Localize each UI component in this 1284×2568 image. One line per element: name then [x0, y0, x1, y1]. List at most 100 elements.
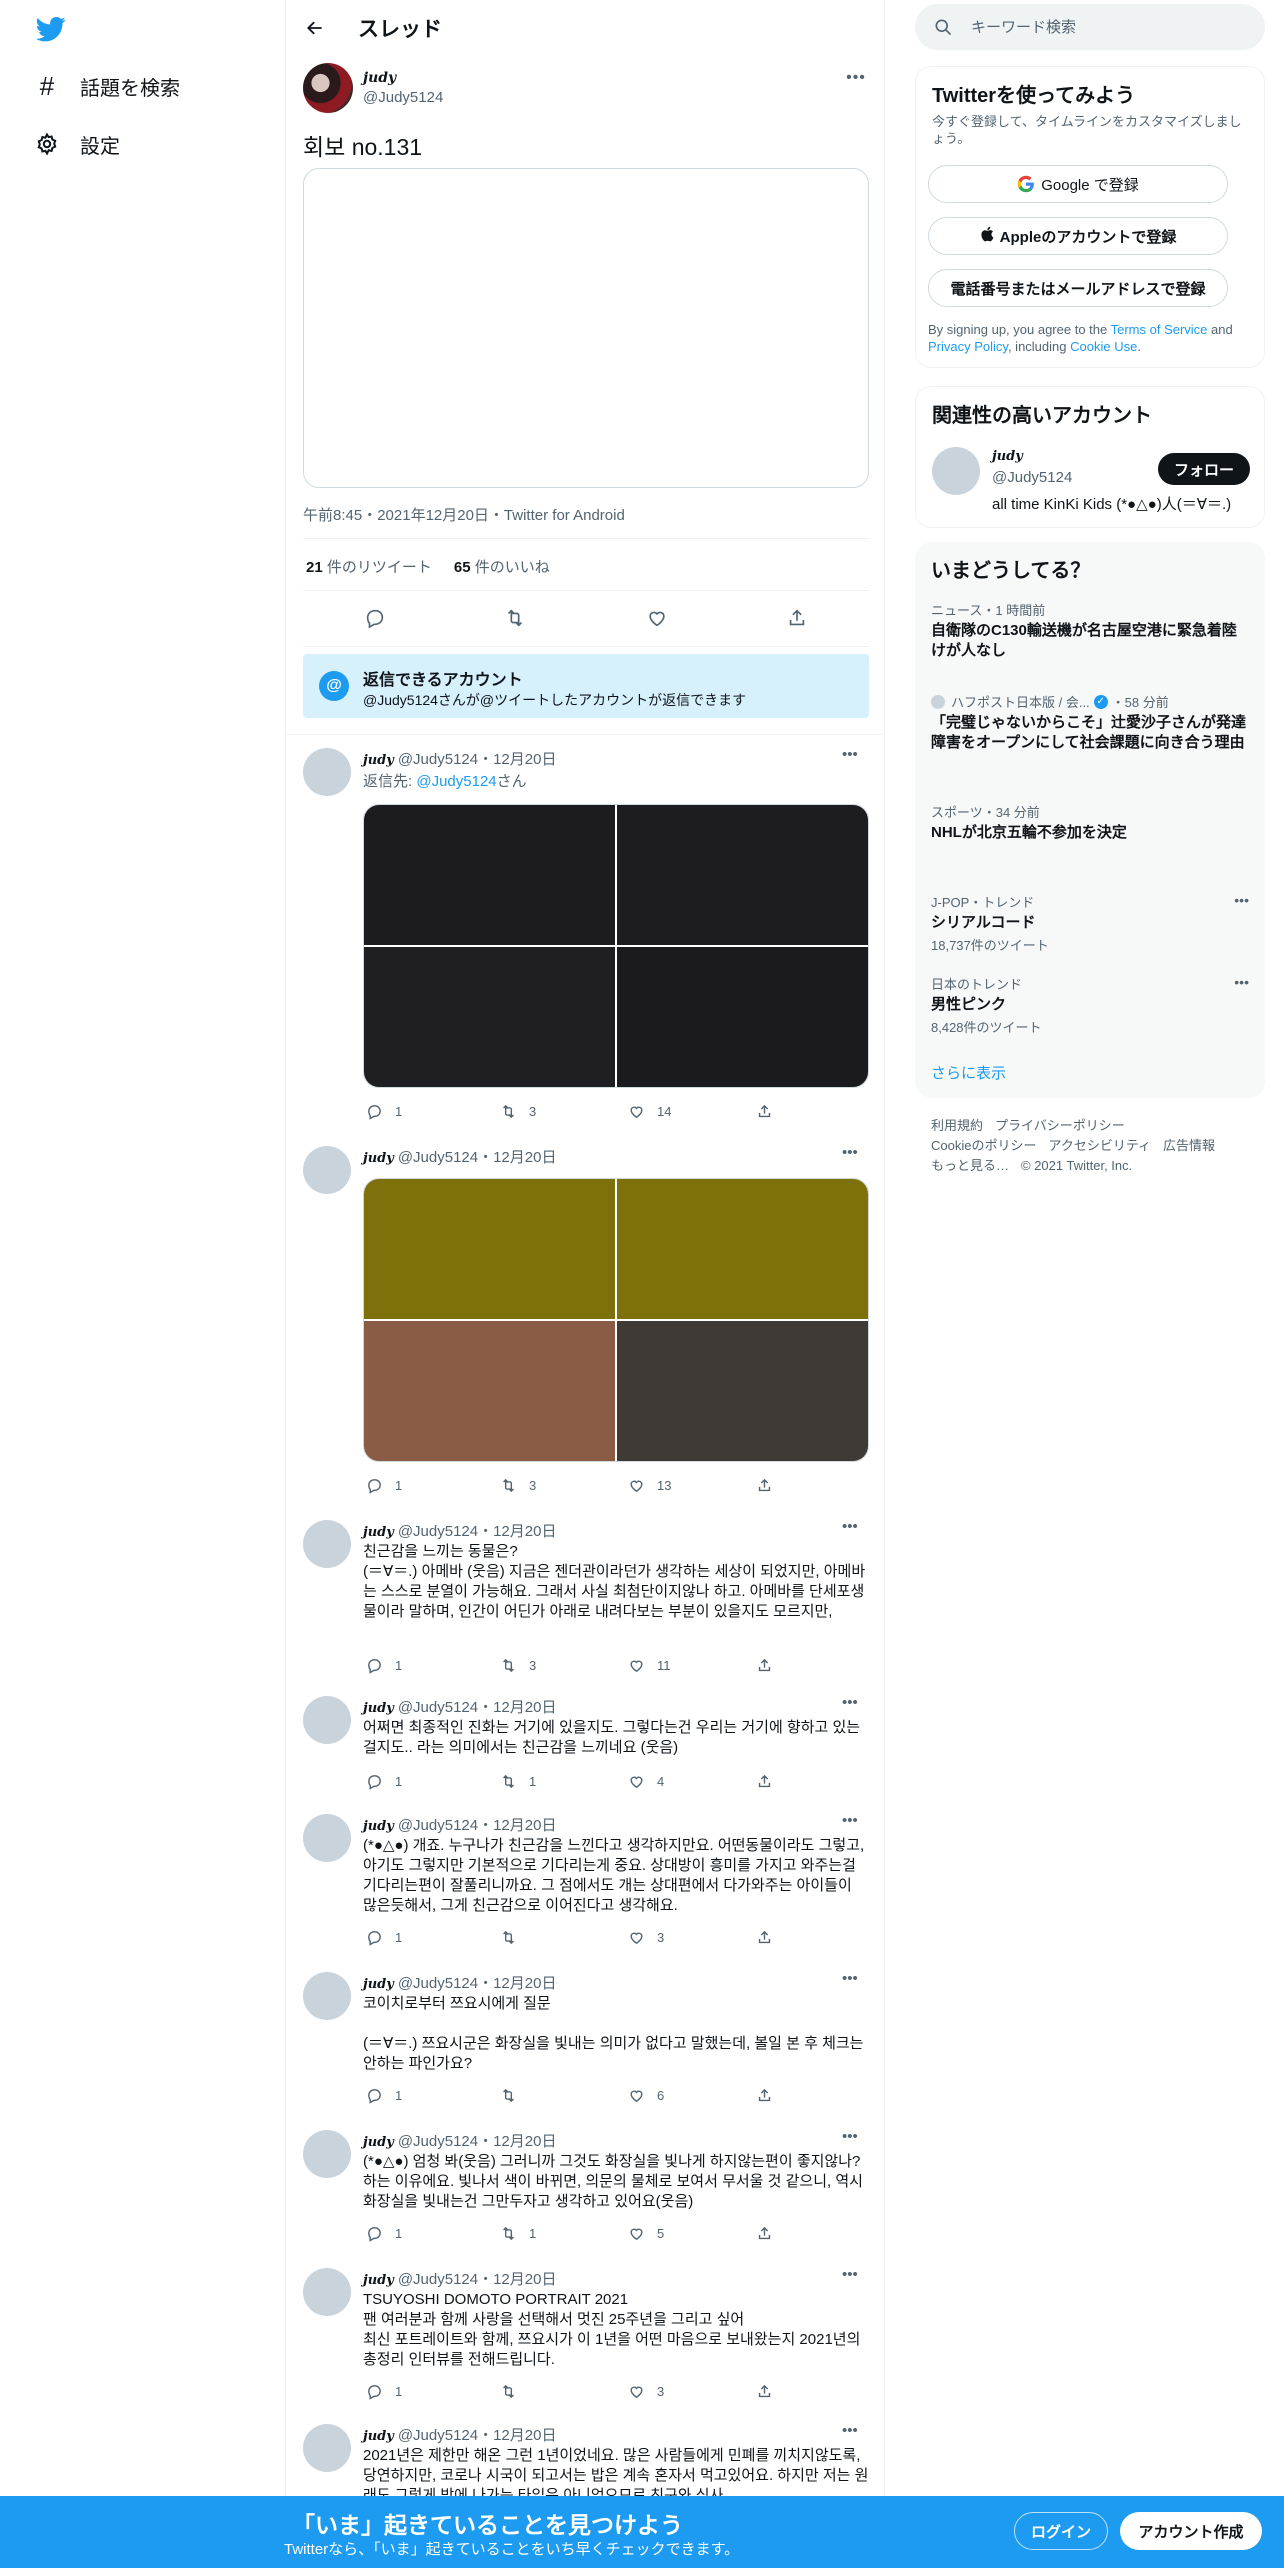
photo[interactable] — [364, 805, 615, 945]
avatar[interactable] — [303, 748, 351, 796]
reply-date[interactable]: ・12月20日 — [478, 1520, 556, 1541]
footer-link[interactable]: 広告情報 — [1163, 1136, 1215, 1156]
reply-button[interactable]: 1 — [363, 1100, 402, 1122]
more-options-icon[interactable]: ••• — [842, 2424, 858, 2439]
more-options-icon[interactable]: ••• — [842, 2128, 858, 2145]
trend-item[interactable]: ニュース・1 時間前 自衛隊のC130輸送機が名古屋空港に緊急着陸 けが人なし — [931, 600, 1249, 661]
reply-author-handle[interactable]: @Judy5124 — [398, 1699, 478, 1716]
reply-tweet[interactable]: 𝒋𝒖𝒅𝒚 @Judy5124 ・12月20日 ••• 어쩌면 최종적인 진화는 … — [286, 1694, 884, 1796]
reply-author-handle[interactable]: @Judy5124 — [398, 1975, 478, 1992]
like-button[interactable]: 6 — [625, 2084, 664, 2106]
like-button[interactable]: 3 — [625, 1926, 664, 1948]
like-button[interactable]: 3 — [625, 2380, 664, 2402]
more-options-icon[interactable]: ••• — [842, 1144, 858, 1161]
phone-email-signup-button[interactable]: 電話番号またはメールアドレスで登録 — [928, 269, 1228, 307]
twitter-logo-icon[interactable] — [34, 14, 68, 44]
share-button[interactable] — [753, 1100, 785, 1122]
retweets-stat[interactable]: 21 件のリツイート — [306, 556, 432, 577]
reply-author-name[interactable]: 𝒋𝒖𝒅𝒚 — [363, 1151, 394, 1166]
footer-link[interactable]: アクセシビリティ — [1048, 1136, 1151, 1156]
photo[interactable] — [364, 947, 615, 1087]
back-arrow-icon[interactable] — [298, 11, 332, 45]
reply-date[interactable]: ・12月20日 — [478, 1696, 556, 1717]
share-button[interactable] — [753, 1654, 785, 1676]
avatar[interactable] — [303, 2268, 351, 2316]
author-avatar[interactable] — [303, 63, 353, 113]
more-options-icon[interactable]: ••• — [1234, 974, 1249, 990]
create-account-button[interactable]: アカウント作成 — [1120, 2512, 1262, 2550]
reply-date[interactable]: ・12月20日 — [478, 2268, 556, 2289]
login-button[interactable]: ログイン — [1014, 2512, 1108, 2550]
retweet-button[interactable]: 3 — [497, 1654, 536, 1676]
avatar[interactable] — [303, 1696, 351, 1744]
google-signup-button[interactable]: Google で登録 — [928, 165, 1228, 203]
more-options-icon[interactable]: ••• — [1234, 892, 1249, 908]
reply-date[interactable]: ・12月20日 — [478, 1972, 556, 1993]
share-icon[interactable] — [779, 600, 815, 636]
reply-author-name[interactable]: 𝒋𝒖𝒅𝒚 — [363, 753, 394, 768]
like-button[interactable]: 13 — [625, 1474, 671, 1496]
retweet-icon[interactable] — [497, 600, 533, 636]
more-options-icon[interactable]: ••• — [842, 1970, 858, 1987]
footer-link[interactable]: もっと見る… — [931, 1156, 1009, 1176]
reply-author-name[interactable]: 𝒋𝒖𝒅𝒚 — [363, 2273, 394, 2288]
likes-stat[interactable]: 65 件のいいね — [454, 556, 550, 577]
reply-button[interactable]: 1 — [363, 1926, 402, 1948]
terms-of-service-link[interactable]: Terms of Service — [1111, 322, 1208, 337]
share-button[interactable] — [753, 2222, 785, 2244]
reply-button[interactable]: 1 — [363, 2222, 402, 2244]
reply-tweet[interactable]: 𝒋𝒖𝒅𝒚 @Judy5124 ・12月20日 ••• 1 3 13 — [286, 1144, 884, 1502]
retweet-button[interactable]: 1 — [497, 2222, 536, 2244]
reply-button[interactable]: 1 — [363, 1474, 402, 1496]
avatar[interactable] — [303, 1146, 351, 1194]
reply-author-handle[interactable]: @Judy5124 — [398, 1523, 478, 1540]
cookie-use-link[interactable]: Cookie Use — [1070, 339, 1137, 354]
share-button[interactable] — [753, 1474, 785, 1496]
more-options-icon[interactable]: ••• — [842, 1812, 858, 1829]
reply-author-handle[interactable]: @Judy5124 — [398, 2271, 478, 2288]
avatar[interactable] — [303, 1972, 351, 2020]
reply-tweet[interactable]: 𝒋𝒖𝒅𝒚 @Judy5124 ・12月20日 ••• 返信先: @Judy512… — [286, 746, 884, 1128]
reply-author-handle[interactable]: @Judy5124 — [398, 2427, 478, 2444]
author-handle[interactable]: @Judy5124 — [363, 89, 443, 106]
reply-author-handle[interactable]: @Judy5124 — [398, 2133, 478, 2150]
more-options-icon[interactable]: ••• — [842, 1518, 858, 1535]
reply-tweet[interactable]: 𝒋𝒖𝒅𝒚 @Judy5124 ・12月20日 ••• TSUYOSHI DOMO… — [286, 2266, 884, 2400]
avatar[interactable] — [303, 1520, 351, 1568]
reply-date[interactable]: ・12月20日 — [478, 1814, 556, 1835]
photo[interactable] — [617, 805, 868, 945]
more-options-icon[interactable]: ••• — [842, 2266, 858, 2283]
reply-button[interactable]: 1 — [363, 1654, 402, 1676]
reply-tweet[interactable]: 𝒋𝒖𝒅𝒚 @Judy5124 ・12月20日 ••• 2021년은 제한만 해온… — [286, 2424, 884, 2496]
more-options-icon[interactable]: ••• — [842, 1694, 858, 1711]
more-options-icon[interactable]: ••• — [842, 746, 858, 763]
reply-author-name[interactable]: 𝒋𝒖𝒅𝒚 — [363, 1977, 394, 1992]
reply-button[interactable]: 1 — [363, 1770, 402, 1792]
reply-author-handle[interactable]: @Judy5124 — [398, 1149, 478, 1166]
avatar[interactable] — [932, 447, 980, 495]
footer-link[interactable]: Cookieのポリシー — [931, 1136, 1036, 1156]
reply-author-handle[interactable]: @Judy5124 — [398, 751, 478, 768]
reply-tweet[interactable]: 𝒋𝒖𝒅𝒚 @Judy5124 ・12月20日 ••• 코이치로부터 쯔요시에게 … — [286, 1970, 884, 2104]
search-bar[interactable] — [915, 4, 1265, 50]
reply-author-handle[interactable]: @Judy5124 — [398, 1817, 478, 1834]
nav-explore[interactable]: # 話題を検索 — [34, 66, 180, 106]
photo[interactable] — [364, 1179, 615, 1319]
reply-tweet[interactable]: 𝒋𝒖𝒅𝒚 @Judy5124 ・12月20日 ••• (*●△●) 엄청 봐(웃… — [286, 2128, 884, 2250]
photo[interactable] — [617, 947, 868, 1087]
reply-button[interactable]: 1 — [363, 2380, 402, 2402]
show-more-link[interactable]: さらに表示 — [931, 1062, 1006, 1083]
related-account-handle[interactable]: @Judy5124 — [992, 469, 1072, 486]
reply-tweet[interactable]: 𝒋𝒖𝒅𝒚 @Judy5124 ・12月20日 ••• (*●△●) 개죠. 누구… — [286, 1812, 884, 1964]
nav-settings[interactable]: 設定 — [34, 124, 120, 164]
footer-link[interactable]: 利用規約 — [931, 1116, 983, 1136]
apple-signup-button[interactable]: Appleのアカウントで登録 — [928, 217, 1228, 255]
photo[interactable] — [617, 1321, 868, 1461]
trend-item[interactable]: スポーツ・34 分前 NHLが北京五輪不参加を決定 — [931, 802, 1249, 843]
reply-author-name[interactable]: 𝒋𝒖𝒅𝒚 — [363, 1525, 394, 1540]
like-button[interactable]: 11 — [625, 1654, 671, 1676]
reply-date[interactable]: ・12月20日 — [478, 1146, 556, 1167]
reply-icon[interactable] — [357, 600, 393, 636]
tweet-timestamp[interactable]: 午前8:45・2021年12月20日・Twitter for Android — [303, 504, 625, 525]
avatar[interactable] — [303, 1814, 351, 1862]
